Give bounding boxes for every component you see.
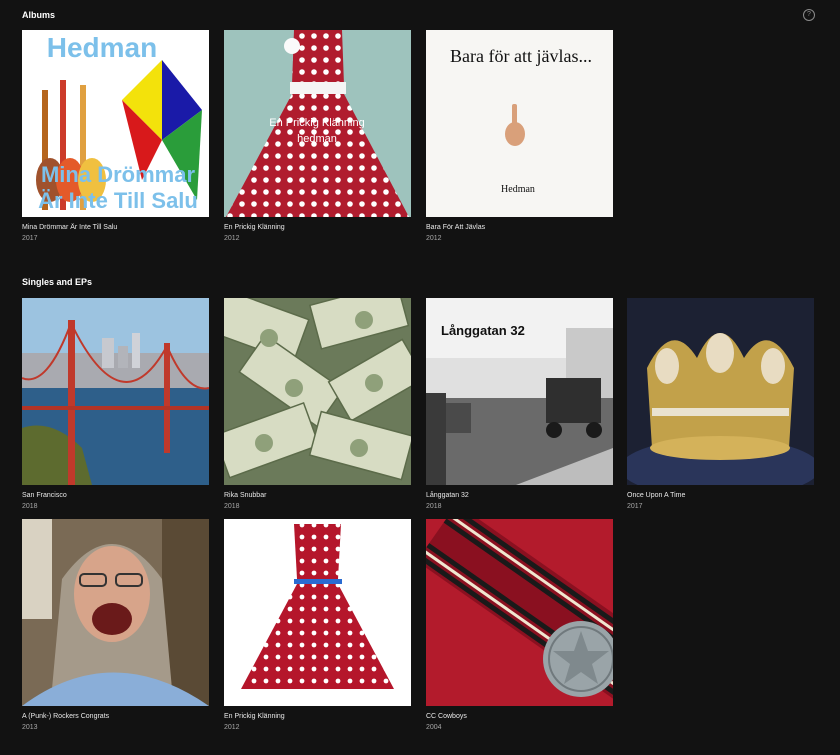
- cover-text-3: Är Inte Till Salu: [38, 188, 198, 213]
- cover-text-1: Hedman: [47, 32, 157, 63]
- cover-text-1: En Prickig Klänning: [269, 117, 364, 129]
- single-cover[interactable]: [426, 519, 613, 706]
- album-card[interactable]: Bara för att jävlas... Hedman Bara För A…: [426, 30, 613, 242]
- single-title[interactable]: Once Upon A Time: [627, 492, 814, 499]
- album-title[interactable]: En Prickig Klänning: [224, 224, 411, 231]
- single-cover[interactable]: [224, 519, 411, 706]
- cover-text-2: Hedman: [501, 184, 535, 195]
- single-title[interactable]: San Francisco: [22, 492, 209, 499]
- single-card[interactable]: Långgatan 32 Långgatan 32 2018: [426, 298, 613, 510]
- cover-text-2: hedman: [297, 133, 337, 145]
- single-cover[interactable]: [224, 298, 411, 485]
- single-title[interactable]: Långgatan 32: [426, 492, 613, 499]
- single-card[interactable]: CC Cowboys 2004: [426, 519, 613, 731]
- album-year: 2012: [426, 235, 442, 242]
- single-title[interactable]: A (Punk-) Rockers Congrats: [22, 713, 209, 720]
- albums-heading: Albums: [22, 10, 56, 20]
- album-cover[interactable]: En Prickig Klänning hedman: [224, 30, 411, 217]
- single-title[interactable]: En Prickig Klänning: [224, 713, 411, 720]
- single-title[interactable]: Rika Snubbar: [224, 492, 411, 499]
- question-circle-icon[interactable]: ?: [803, 9, 815, 21]
- cover-text-1: Bara för att jävlas...: [450, 46, 592, 66]
- single-year: 2018: [426, 503, 442, 510]
- album-title[interactable]: Bara För Att Jävlas: [426, 224, 613, 231]
- album-card[interactable]: En Prickig Klänning hedman En Prickig Kl…: [224, 30, 411, 242]
- single-year: 2013: [22, 724, 38, 731]
- single-cover[interactable]: Långgatan 32: [426, 298, 613, 485]
- single-year: 2018: [224, 503, 240, 510]
- single-card[interactable]: Once Upon A Time 2017: [627, 298, 814, 510]
- cover-text-2: Mina Drömmar: [41, 162, 195, 187]
- single-card[interactable]: San Francisco 2018: [22, 298, 209, 510]
- single-card[interactable]: Rika Snubbar 2018: [224, 298, 411, 510]
- single-year: 2017: [627, 503, 643, 510]
- cover-text-1: Långgatan 32: [441, 323, 525, 338]
- album-title[interactable]: Mina Drömmar Är Inte Till Salu: [22, 224, 209, 231]
- single-cover[interactable]: [627, 298, 814, 485]
- single-year: 2004: [426, 724, 442, 731]
- single-title[interactable]: CC Cowboys: [426, 713, 613, 720]
- album-year: 2012: [224, 235, 240, 242]
- album-cover[interactable]: Hedman Mina Drömmar Är Inte Till Salu: [22, 30, 209, 217]
- single-year: 2018: [22, 503, 38, 510]
- singles-heading: Singles and EPs: [22, 277, 93, 287]
- single-card[interactable]: En Prickig Klänning 2012: [224, 519, 411, 731]
- single-cover[interactable]: [22, 298, 209, 485]
- single-cover[interactable]: [22, 519, 209, 706]
- album-year: 2017: [22, 235, 38, 242]
- single-card[interactable]: A (Punk-) Rockers Congrats 2013: [22, 519, 209, 731]
- album-cover[interactable]: Bara för att jävlas... Hedman: [426, 30, 613, 217]
- single-year: 2012: [224, 724, 240, 731]
- album-card[interactable]: Hedman Mina Drömmar Är Inte Till Salu Mi…: [22, 30, 209, 242]
